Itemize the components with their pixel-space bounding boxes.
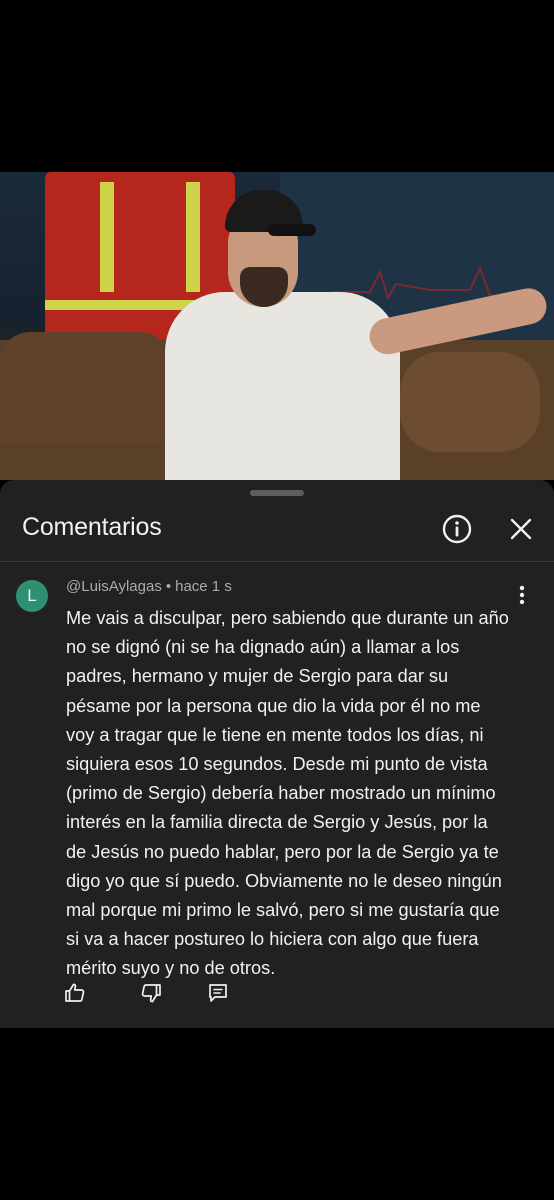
comment-author[interactable]: @LuisAylagas <box>66 578 162 595</box>
close-button[interactable] <box>501 509 541 549</box>
comment-actions <box>0 978 554 1012</box>
like-button[interactable] <box>60 978 90 1008</box>
dislike-button[interactable] <box>136 978 166 1008</box>
comments-sheet: Comentarios L @LuisAylagas • hace 1 s Me v… <box>0 480 554 1028</box>
jacket-stripe <box>186 182 200 292</box>
comment-text: Me vais a disculpar, pero sabiendo que d… <box>66 608 509 979</box>
jacket-stripe <box>100 182 114 292</box>
close-icon <box>510 518 532 540</box>
info-button[interactable] <box>437 509 477 549</box>
reply-icon <box>209 984 227 1002</box>
comment-meta: @LuisAylagas • hace 1 s <box>66 578 232 595</box>
sheet-title: Comentarios <box>22 513 162 541</box>
thumbs-down-icon <box>141 984 161 1003</box>
header-divider <box>0 561 554 562</box>
drag-handle[interactable] <box>250 490 304 496</box>
info-icon <box>442 514 472 544</box>
more-options-button[interactable] <box>510 582 534 608</box>
reply-button[interactable] <box>203 978 233 1008</box>
comment-time: hace 1 s <box>175 578 232 595</box>
person-shirt <box>165 292 400 480</box>
sofa-back <box>0 332 170 442</box>
cap-brim <box>268 224 316 236</box>
meta-separator: • <box>165 578 172 595</box>
sofa-arm <box>400 352 540 452</box>
video-player[interactable] <box>0 172 554 480</box>
more-vert-icon <box>519 585 525 605</box>
avatar[interactable]: L <box>16 580 48 612</box>
thumbs-up-icon <box>65 983 85 1002</box>
